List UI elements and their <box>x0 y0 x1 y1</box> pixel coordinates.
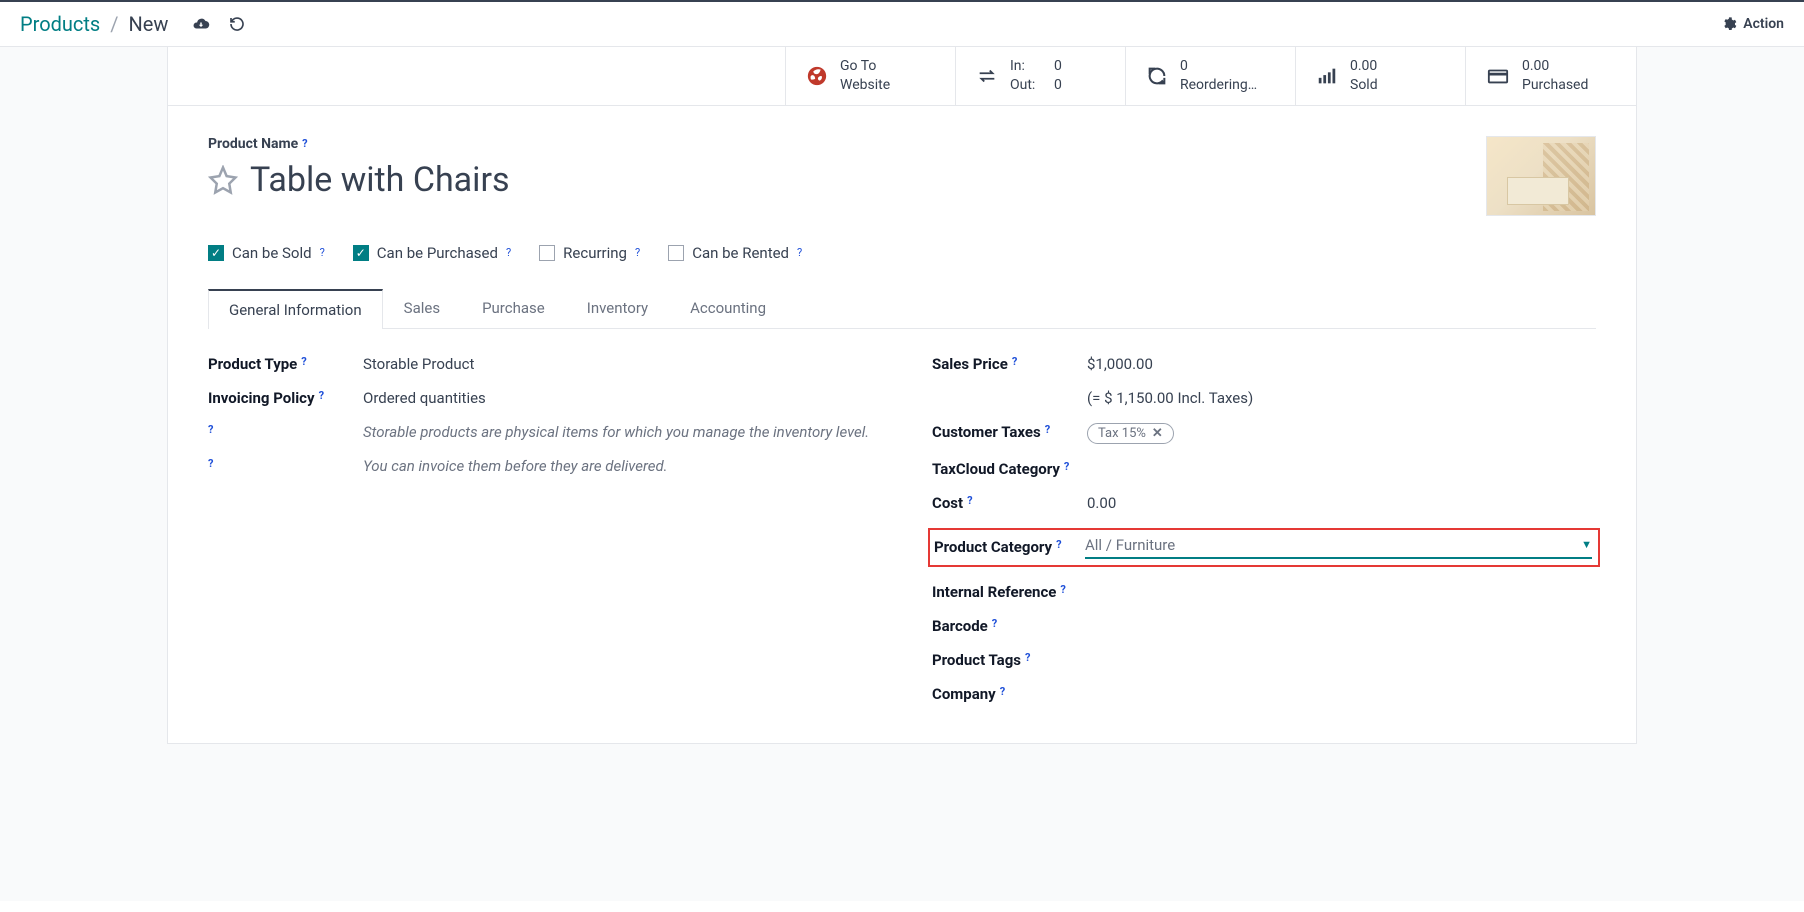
page: Go To Website In: 0 Out: 0 0 <box>0 47 1804 901</box>
label-product-type: Product Type? <box>208 355 363 373</box>
help-icon[interactable]: ? <box>319 389 324 402</box>
label-cost: Cost? <box>932 494 1087 512</box>
stat-website[interactable]: Go To Website <box>786 47 956 105</box>
stat-in-val: 0 <box>1054 57 1062 76</box>
action-label: Action <box>1743 16 1784 32</box>
tab-bar: General Information Sales Purchase Inven… <box>208 288 1596 329</box>
tag-remove-icon[interactable]: ✕ <box>1152 426 1163 441</box>
check-can-be-purchased[interactable]: Can be Purchased? <box>353 244 511 262</box>
help-icon[interactable]: ? <box>1000 685 1005 698</box>
refresh-icon <box>1146 65 1168 87</box>
form-body: Product Name? Table with Chairs Can be S… <box>168 106 1636 743</box>
check-can-be-rented[interactable]: Can be Rented? <box>668 244 802 262</box>
label-barcode: Barcode? <box>932 617 1087 635</box>
breadcrumb: Products / New <box>20 12 246 36</box>
label-invoicing-policy: Invoicing Policy? <box>208 389 363 407</box>
value-sales-price[interactable]: $1,000.00 <box>1087 355 1596 373</box>
label-customer-taxes: Customer Taxes? <box>932 423 1087 441</box>
label-product-category: Product Category? <box>930 538 1085 556</box>
form-grid: Product Type? Storable Product Invoicing… <box>208 355 1596 703</box>
stat-out-val: 0 <box>1054 76 1062 95</box>
stat-bar: Go To Website In: 0 Out: 0 0 <box>168 47 1636 106</box>
product-name-input[interactable]: Table with Chairs <box>250 160 510 200</box>
help-icon[interactable]: ? <box>320 246 325 259</box>
checkbox-row: Can be Sold? Can be Purchased? Recurring… <box>208 244 1596 262</box>
breadcrumb-current: New <box>129 12 169 36</box>
value-product-type[interactable]: Storable Product <box>363 355 872 373</box>
label-note2: ? <box>208 457 363 470</box>
breadcrumb-root[interactable]: Products <box>20 12 100 36</box>
note-storable: Storable products are physical items for… <box>363 423 872 441</box>
bars-icon <box>1316 65 1338 87</box>
stat-spacer <box>168 47 786 105</box>
tab-general[interactable]: General Information <box>208 289 383 329</box>
stat-inout[interactable]: In: 0 Out: 0 <box>956 47 1126 105</box>
help-icon[interactable]: ? <box>208 423 213 436</box>
help-icon[interactable]: ? <box>1045 423 1050 436</box>
stat-out-label: Out: <box>1010 76 1044 95</box>
value-customer-taxes[interactable]: Tax 15%✕ <box>1087 423 1596 444</box>
tax-tag[interactable]: Tax 15%✕ <box>1087 423 1174 444</box>
stat-purchased[interactable]: 0.00 Purchased <box>1466 47 1636 105</box>
label-sales-price: Sales Price? <box>932 355 1087 373</box>
tab-inventory[interactable]: Inventory <box>566 288 669 328</box>
globe-icon <box>806 65 828 87</box>
help-icon[interactable]: ? <box>797 246 802 259</box>
stat-reorder[interactable]: 0 Reordering… <box>1126 47 1296 105</box>
help-icon[interactable]: ? <box>208 457 213 470</box>
value-invoicing-policy[interactable]: Ordered quantities <box>363 389 872 407</box>
product-image[interactable] <box>1486 136 1596 216</box>
help-icon[interactable]: ? <box>992 617 997 630</box>
tab-sales[interactable]: Sales <box>383 288 461 328</box>
favorite-star-icon[interactable] <box>208 165 238 195</box>
form-col-right: Sales Price? $1,000.00 (= $ 1,150.00 Inc… <box>932 355 1596 703</box>
chevron-down-icon[interactable]: ▼ <box>1581 538 1592 551</box>
category-text: All / Furniture <box>1085 536 1175 554</box>
label-product-tags: Product Tags? <box>932 651 1087 669</box>
form-sheet: Go To Website In: 0 Out: 0 0 <box>167 47 1637 744</box>
check-recurring[interactable]: Recurring? <box>539 244 640 262</box>
help-icon[interactable]: ? <box>1060 583 1065 596</box>
value-cost[interactable]: 0.00 <box>1087 494 1596 512</box>
stat-sold-label: Sold <box>1350 76 1378 95</box>
stat-website-l1: Go To <box>840 57 890 76</box>
value-sales-price-incl: (= $ 1,150.00 Incl. Taxes) <box>1087 389 1596 407</box>
help-icon[interactable]: ? <box>1064 460 1069 473</box>
stat-sold[interactable]: 0.00 Sold <box>1296 47 1466 105</box>
help-icon[interactable]: ? <box>301 355 306 368</box>
stat-in-label: In: <box>1010 57 1044 76</box>
stat-website-l2: Website <box>840 76 890 95</box>
breadcrumb-sep: / <box>110 12 118 36</box>
help-icon[interactable]: ? <box>302 137 307 150</box>
highlight-product-category: Product Category? All / Furniture ▼ <box>928 528 1600 567</box>
stat-purchased-label: Purchased <box>1522 76 1588 95</box>
check-can-be-sold[interactable]: Can be Sold? <box>208 244 325 262</box>
card-icon <box>1486 65 1510 87</box>
stat-sold-val: 0.00 <box>1350 57 1378 76</box>
tab-purchase[interactable]: Purchase <box>461 288 566 328</box>
transfer-icon <box>976 65 998 87</box>
note-invoice: You can invoice them before they are del… <box>363 457 872 475</box>
form-col-left: Product Type? Storable Product Invoicing… <box>208 355 872 703</box>
stat-purchased-val: 0.00 <box>1522 57 1588 76</box>
tab-accounting[interactable]: Accounting <box>669 288 787 328</box>
help-icon[interactable]: ? <box>506 246 511 259</box>
stat-reorder-label: Reordering… <box>1180 76 1257 95</box>
label-note1: ? <box>208 423 363 436</box>
discard-icon[interactable] <box>228 15 246 33</box>
help-icon[interactable]: ? <box>635 246 640 259</box>
action-button[interactable]: Action <box>1721 16 1784 32</box>
label-company: Company? <box>932 685 1087 703</box>
stat-reorder-val: 0 <box>1180 57 1257 76</box>
help-icon[interactable]: ? <box>1025 651 1030 664</box>
value-product-category[interactable]: All / Furniture ▼ <box>1085 536 1592 559</box>
product-name-label: Product Name? <box>208 136 308 152</box>
help-icon[interactable]: ? <box>967 494 972 507</box>
label-internal-reference: Internal Reference? <box>932 583 1087 601</box>
help-icon[interactable]: ? <box>1012 355 1017 368</box>
cloud-save-icon[interactable] <box>192 15 210 33</box>
label-taxcloud: TaxCloud Category? <box>932 460 1087 478</box>
help-icon[interactable]: ? <box>1056 538 1061 551</box>
top-bar: Products / New Action <box>0 0 1804 47</box>
